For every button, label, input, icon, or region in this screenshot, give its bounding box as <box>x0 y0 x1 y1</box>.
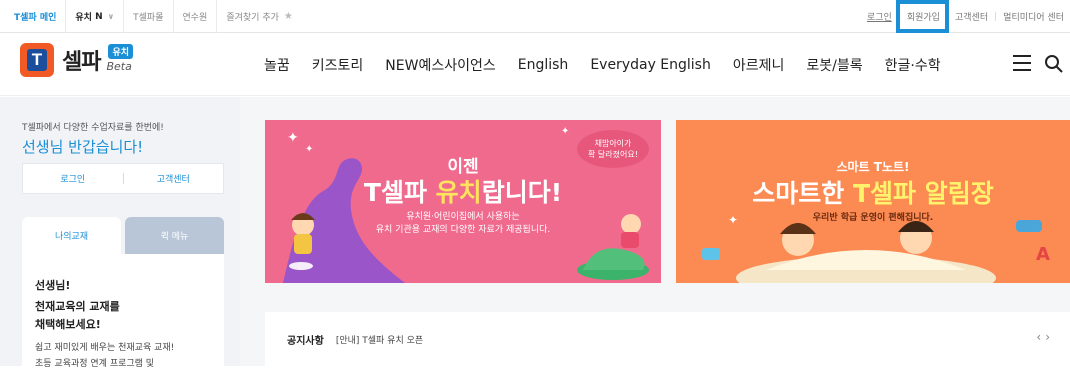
banner-title-line2: T셀파 유치랍니다! <box>265 173 661 209</box>
title-highlight: 유치 <box>435 178 482 207</box>
sidebar-tabs: 나의교재 퀵 메뉴 <box>22 217 224 254</box>
nav-item-robot-block[interactable]: 로봇/블록 <box>806 55 862 75</box>
tsellpa-mall-label: T셀파몰 <box>133 13 164 23</box>
tsellpa-main-link[interactable]: T셀파 메인 <box>0 0 67 33</box>
new-badge: N <box>95 11 103 22</box>
banner-title-line1: 스마트 T노트! <box>836 160 910 174</box>
nav-item-hangul-math[interactable]: 한글·수학 <box>885 55 941 75</box>
sidebar-intro: T셀파에서 다양한 수업자료를 한번에! <box>22 123 164 133</box>
nav-item-everyday-english[interactable]: Everyday English <box>590 57 711 73</box>
panel-line: 채택해보세요! <box>35 318 101 331</box>
title-highlight: T셀파 알림장 <box>852 179 994 208</box>
banner-desc-line2: 유치 기관용 교재의 다양한 자료가 제공됩니다. <box>375 225 551 235</box>
main-content: ✦ ✦ ✦ 채밥아이가 확 달라졌어요! 이젠 T셀파 유치랍니다! 유치원·어린… <box>240 97 1070 366</box>
panel-line: 초등 교육과정 연계 프로그램 및 <box>35 359 155 369</box>
nav-item-argeni[interactable]: 아르제니 <box>733 55 785 75</box>
tsellpa-mall-link[interactable]: T셀파몰 <box>124 0 174 33</box>
training-center-link[interactable]: 연수원 <box>174 0 218 33</box>
panel-line: 천재교육의 교재를 <box>35 300 120 313</box>
notice-item-link[interactable]: [안내] T셀파 유치 오픈 <box>336 333 423 346</box>
svg-text:✦: ✦ <box>561 126 569 137</box>
logo-sub: 유치 Beta <box>106 43 140 77</box>
nav-item-kidstory[interactable]: 키즈토리 <box>312 55 364 75</box>
title-part: T셀파 <box>363 178 436 207</box>
chevron-down-icon[interactable]: ∨ <box>108 12 115 21</box>
banner-tsellpa-yuchi[interactable]: ✦ ✦ ✦ 채밥아이가 확 달라졌어요! 이젠 T셀파 유치랍니다! 유치원·어린… <box>265 120 661 283</box>
notice-nav: ‹› <box>1036 330 1054 344</box>
login-link[interactable]: 로그인 <box>861 10 898 23</box>
nav-item-english[interactable]: English <box>518 57 569 73</box>
banner-title-line2: 스마트한 T셀파 알림장 <box>676 174 1070 210</box>
logo-letter: T <box>27 49 47 71</box>
add-favorite-label: 즐겨찾기 추가 <box>226 13 279 23</box>
site-links: T셀파 메인 유치 N ∨ T셀파몰 연수원 즐겨찾기 추가 ★ <box>0 0 302 33</box>
main-header: T 셀파 유치 Beta 놀꿈 키즈토리 NEW예스사이언스 English E… <box>0 34 1070 96</box>
nav-item-yes-science[interactable]: NEW예스사이언스 <box>385 55 495 75</box>
yuchi-label: 유치 <box>75 13 92 23</box>
banner-smart-tnote[interactable]: A ✦ 스마트 T노트! 스마트한 T셀파 알림장 우리반 학급 운영이 편해집… <box>676 120 1070 283</box>
next-arrow-icon[interactable]: › <box>1045 330 1054 344</box>
banner-desc: 우리반 학급 운영이 편해집니다. <box>812 213 934 223</box>
tsellpa-main-label: T셀파 메인 <box>14 13 57 23</box>
nav-item-nolkkum[interactable]: 놀꿈 <box>264 55 290 75</box>
notice-label: 공지사항 <box>287 335 324 347</box>
login-box: 로그인 고객센터 <box>22 163 224 194</box>
logo-name: 셀파 <box>62 50 101 75</box>
multimedia-center-link[interactable]: 멀티미디어 센터 <box>997 10 1070 23</box>
tab-quick-menu[interactable]: 퀵 메뉴 <box>125 217 224 254</box>
logo-badge: 유치 <box>108 44 134 59</box>
banner-desc-line1: 유치원·어린이집에서 사용하는 <box>406 212 520 222</box>
title-part: 스마트한 <box>752 179 853 208</box>
panel-line: 쉽고 재미있게 배우는 천재교육 교재! <box>35 343 175 353</box>
customer-center-link[interactable]: 고객센터 <box>949 10 994 23</box>
prev-arrow-icon[interactable]: ‹ <box>1036 330 1045 344</box>
textbook-panel: 선생님! 천재교육의 교재를 채택해보세요! 쉽고 재미있게 배우는 천재교육 … <box>22 254 224 369</box>
search-icon[interactable] <box>1044 54 1064 74</box>
sidebar-support-button[interactable]: 고객센터 <box>124 172 224 185</box>
panel-line: 선생님! <box>35 279 71 292</box>
logo-mark: T <box>20 43 54 77</box>
tab-my-textbook[interactable]: 나의교재 <box>22 217 121 254</box>
add-favorite-link[interactable]: 즐겨찾기 추가 ★ <box>217 0 302 33</box>
star-icon: ★ <box>283 11 293 22</box>
site-logo[interactable]: T 셀파 유치 Beta <box>20 43 140 77</box>
main-nav: 놀꿈 키즈토리 NEW예스사이언스 English Everyday Engli… <box>264 34 963 96</box>
greeting-text: 선생님 반갑습니다! <box>22 138 144 156</box>
title-part: 랍니다! <box>481 178 563 207</box>
svg-text:✦: ✦ <box>287 130 299 146</box>
yuchi-link[interactable]: 유치 N ∨ <box>66 0 125 33</box>
sidebar: T셀파에서 다양한 수업자료를 한번에! 선생님 반갑습니다! 로그인 고객센터… <box>0 97 240 369</box>
account-links: 로그인 | 회원가입 | 고객센터 | 멀티미디어 센터 <box>861 0 1070 33</box>
logo-beta: Beta <box>106 60 132 73</box>
svg-text:A: A <box>1036 244 1050 265</box>
training-center-label: 연수원 <box>182 13 208 23</box>
bubble-line: 채밥아이가 <box>594 139 632 148</box>
signup-link[interactable]: 회원가입 <box>901 10 946 23</box>
sidebar-login-button[interactable]: 로그인 <box>23 172 123 185</box>
notice-bar: 공지사항 [안내] T셀파 유치 오픈 ‹› <box>265 312 1070 366</box>
top-utility-bar: T셀파 메인 유치 N ∨ T셀파몰 연수원 즐겨찾기 추가 ★ 로그인 | 회… <box>0 0 1070 33</box>
menu-icon[interactable] <box>1013 55 1031 71</box>
